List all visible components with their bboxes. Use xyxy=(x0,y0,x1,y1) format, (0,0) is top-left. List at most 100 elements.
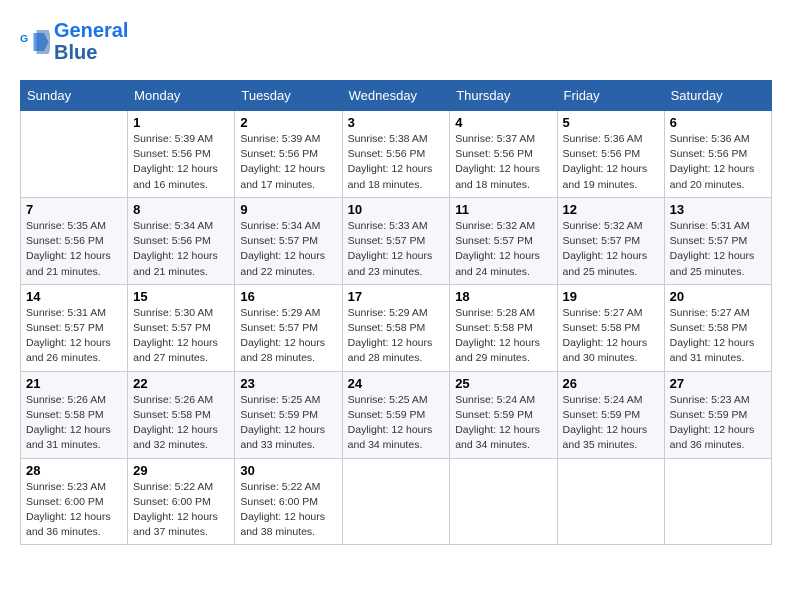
day-number: 26 xyxy=(563,376,659,391)
day-info: Sunrise: 5:31 AMSunset: 5:57 PMDaylight:… xyxy=(26,306,122,367)
calendar-cell: 7 Sunrise: 5:35 AMSunset: 5:56 PMDaylight… xyxy=(21,197,128,284)
day-number: 13 xyxy=(670,202,766,217)
calendar-cell: 14 Sunrise: 5:31 AMSunset: 5:57 PMDayligh… xyxy=(21,284,128,371)
logo-text: GeneralBlue xyxy=(54,20,128,64)
day-number: 30 xyxy=(240,463,336,478)
day-info: Sunrise: 5:27 AMSunset: 5:58 PMDaylight:… xyxy=(670,306,766,367)
svg-text:G: G xyxy=(20,33,28,45)
calendar-cell: 15 Sunrise: 5:30 AMSunset: 5:57 PMDayligh… xyxy=(128,284,235,371)
calendar-cell: 22 Sunrise: 5:26 AMSunset: 5:58 PMDayligh… xyxy=(128,371,235,458)
calendar-cell: 18Sunrise: 5:28 AMSunset: 5:58 PMDayligh… xyxy=(450,284,557,371)
day-info: Sunrise: 5:39 AMSunset: 5:56 PMDaylight:… xyxy=(240,132,336,193)
day-number: 11 xyxy=(455,202,551,217)
logo-icon: G xyxy=(20,27,50,57)
calendar-body: 1 Sunrise: 5:39 AMSunset: 5:56 PMDaylight… xyxy=(21,111,772,545)
calendar-cell: 3 Sunrise: 5:38 AMSunset: 5:56 PMDaylight… xyxy=(342,111,450,198)
day-info: Sunrise: 5:22 AMSunset: 6:00 PMDaylight:… xyxy=(240,480,336,541)
day-info: Sunrise: 5:36 AMSunset: 5:56 PMDaylight:… xyxy=(670,132,766,193)
calendar-cell: 28 Sunrise: 5:23 AMSunset: 6:00 PMDayligh… xyxy=(21,458,128,545)
weekday-header: Thursday xyxy=(450,81,557,111)
calendar-cell: 19 Sunrise: 5:27 AMSunset: 5:58 PMDayligh… xyxy=(557,284,664,371)
day-number: 29 xyxy=(133,463,229,478)
weekday-header: Sunday xyxy=(21,81,128,111)
day-number: 28 xyxy=(26,463,122,478)
day-number: 18 xyxy=(455,289,551,304)
day-info: Sunrise: 5:33 AMSunset: 5:57 PMDaylight:… xyxy=(348,219,445,280)
day-info: Sunrise: 5:24 AMSunset: 5:59 PMDaylight:… xyxy=(563,393,659,454)
day-info: Sunrise: 5:36 AMSunset: 5:56 PMDaylight:… xyxy=(563,132,659,193)
day-number: 6 xyxy=(670,115,766,130)
calendar-cell: 13 Sunrise: 5:31 AMSunset: 5:57 PMDayligh… xyxy=(664,197,771,284)
page-header: G GeneralBlue xyxy=(20,20,772,64)
calendar-cell: 10 Sunrise: 5:33 AMSunset: 5:57 PMDayligh… xyxy=(342,197,450,284)
calendar-cell: 9 Sunrise: 5:34 AMSunset: 5:57 PMDaylight… xyxy=(235,197,342,284)
day-info: Sunrise: 5:27 AMSunset: 5:58 PMDaylight:… xyxy=(563,306,659,367)
calendar-cell: 26 Sunrise: 5:24 AMSunset: 5:59 PMDayligh… xyxy=(557,371,664,458)
calendar-cell: 2 Sunrise: 5:39 AMSunset: 5:56 PMDaylight… xyxy=(235,111,342,198)
day-info: Sunrise: 5:38 AMSunset: 5:56 PMDaylight:… xyxy=(348,132,445,193)
day-number: 8 xyxy=(133,202,229,217)
day-info: Sunrise: 5:37 AMSunset: 5:56 PMDaylight:… xyxy=(455,132,551,193)
day-number: 19 xyxy=(563,289,659,304)
day-info: Sunrise: 5:29 AMSunset: 5:58 PMDaylight:… xyxy=(348,306,445,367)
calendar-cell: 11 Sunrise: 5:32 AMSunset: 5:57 PMDayligh… xyxy=(450,197,557,284)
day-info: Sunrise: 5:23 AMSunset: 6:00 PMDaylight:… xyxy=(26,480,122,541)
day-info: Sunrise: 5:30 AMSunset: 5:57 PMDaylight:… xyxy=(133,306,229,367)
day-number: 14 xyxy=(26,289,122,304)
calendar-cell xyxy=(450,458,557,545)
calendar-cell: 5 Sunrise: 5:36 AMSunset: 5:56 PMDaylight… xyxy=(557,111,664,198)
calendar-cell: 16Sunrise: 5:29 AMSunset: 5:57 PMDayligh… xyxy=(235,284,342,371)
calendar-header-row: SundayMondayTuesdayWednesdayThursdayFrid… xyxy=(21,81,772,111)
calendar-cell: 1 Sunrise: 5:39 AMSunset: 5:56 PMDaylight… xyxy=(128,111,235,198)
calendar-cell: 4 Sunrise: 5:37 AMSunset: 5:56 PMDaylight… xyxy=(450,111,557,198)
day-number: 10 xyxy=(348,202,445,217)
day-info: Sunrise: 5:25 AMSunset: 5:59 PMDaylight:… xyxy=(240,393,336,454)
calendar-cell: 21Sunrise: 5:26 AMSunset: 5:58 PMDayligh… xyxy=(21,371,128,458)
calendar-cell: 24 Sunrise: 5:25 AMSunset: 5:59 PMDayligh… xyxy=(342,371,450,458)
calendar-cell: 6 Sunrise: 5:36 AMSunset: 5:56 PMDaylight… xyxy=(664,111,771,198)
calendar-cell: 23Sunrise: 5:25 AMSunset: 5:59 PMDayligh… xyxy=(235,371,342,458)
calendar-week-row: 1 Sunrise: 5:39 AMSunset: 5:56 PMDaylight… xyxy=(21,111,772,198)
day-number: 5 xyxy=(563,115,659,130)
calendar-cell: 8 Sunrise: 5:34 AMSunset: 5:56 PMDaylight… xyxy=(128,197,235,284)
calendar-cell: 17 Sunrise: 5:29 AMSunset: 5:58 PMDayligh… xyxy=(342,284,450,371)
day-number: 9 xyxy=(240,202,336,217)
day-number: 24 xyxy=(348,376,445,391)
day-info: Sunrise: 5:29 AMSunset: 5:57 PMDaylight:… xyxy=(240,306,336,367)
day-info: Sunrise: 5:35 AMSunset: 5:56 PMDaylight:… xyxy=(26,219,122,280)
calendar-cell: 29Sunrise: 5:22 AMSunset: 6:00 PMDayligh… xyxy=(128,458,235,545)
day-info: Sunrise: 5:26 AMSunset: 5:58 PMDaylight:… xyxy=(26,393,122,454)
logo: G GeneralBlue xyxy=(20,20,128,64)
weekday-header: Saturday xyxy=(664,81,771,111)
day-number: 2 xyxy=(240,115,336,130)
day-number: 4 xyxy=(455,115,551,130)
day-info: Sunrise: 5:25 AMSunset: 5:59 PMDaylight:… xyxy=(348,393,445,454)
day-info: Sunrise: 5:26 AMSunset: 5:58 PMDaylight:… xyxy=(133,393,229,454)
calendar-cell: 12Sunrise: 5:32 AMSunset: 5:57 PMDayligh… xyxy=(557,197,664,284)
calendar-cell xyxy=(664,458,771,545)
weekday-header: Monday xyxy=(128,81,235,111)
calendar-cell xyxy=(21,111,128,198)
day-number: 22 xyxy=(133,376,229,391)
day-number: 3 xyxy=(348,115,445,130)
calendar-cell: 27 Sunrise: 5:23 AMSunset: 5:59 PMDayligh… xyxy=(664,371,771,458)
calendar-week-row: 14 Sunrise: 5:31 AMSunset: 5:57 PMDayligh… xyxy=(21,284,772,371)
day-info: Sunrise: 5:32 AMSunset: 5:57 PMDaylight:… xyxy=(455,219,551,280)
day-number: 20 xyxy=(670,289,766,304)
calendar-week-row: 28 Sunrise: 5:23 AMSunset: 6:00 PMDayligh… xyxy=(21,458,772,545)
weekday-header: Tuesday xyxy=(235,81,342,111)
calendar-cell xyxy=(557,458,664,545)
day-info: Sunrise: 5:34 AMSunset: 5:57 PMDaylight:… xyxy=(240,219,336,280)
day-info: Sunrise: 5:34 AMSunset: 5:56 PMDaylight:… xyxy=(133,219,229,280)
day-number: 15 xyxy=(133,289,229,304)
day-info: Sunrise: 5:23 AMSunset: 5:59 PMDaylight:… xyxy=(670,393,766,454)
day-number: 17 xyxy=(348,289,445,304)
day-info: Sunrise: 5:31 AMSunset: 5:57 PMDaylight:… xyxy=(670,219,766,280)
day-info: Sunrise: 5:24 AMSunset: 5:59 PMDaylight:… xyxy=(455,393,551,454)
day-number: 27 xyxy=(670,376,766,391)
day-number: 1 xyxy=(133,115,229,130)
day-number: 25 xyxy=(455,376,551,391)
day-number: 7 xyxy=(26,202,122,217)
day-info: Sunrise: 5:39 AMSunset: 5:56 PMDaylight:… xyxy=(133,132,229,193)
day-info: Sunrise: 5:32 AMSunset: 5:57 PMDaylight:… xyxy=(563,219,659,280)
